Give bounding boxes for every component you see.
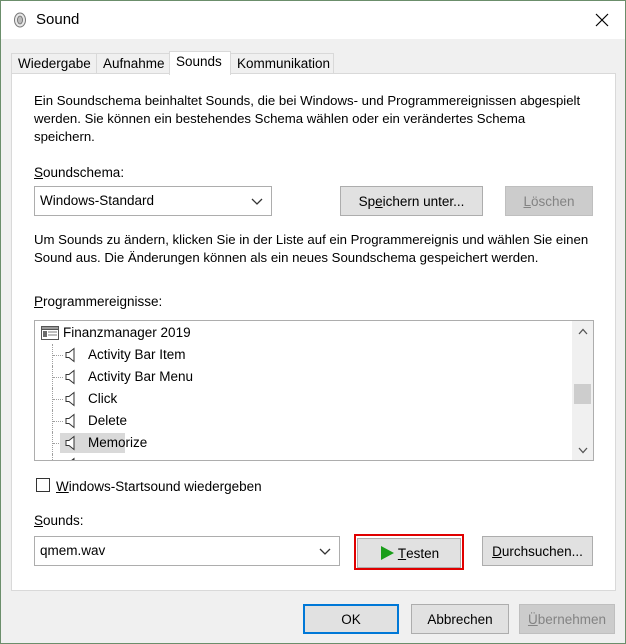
test-button-highlight xyxy=(354,534,464,570)
soundscheme-dropdown[interactable]: Windows-Standard xyxy=(34,186,272,216)
tab-aufnahme[interactable]: Aufnahme xyxy=(96,53,170,74)
program-events-list[interactable]: Finanzmanager 2019 Activity Bar Item Act… xyxy=(34,320,594,461)
list-item[interactable]: Click xyxy=(35,388,573,410)
chevron-up-icon xyxy=(578,328,587,334)
speaker-icon xyxy=(65,347,75,363)
list-item-label: Activity Bar Menu xyxy=(88,369,194,384)
tree-line xyxy=(53,377,63,378)
list-item-label: Delete xyxy=(88,413,128,428)
soundscheme-label: Soundschema: xyxy=(34,165,125,180)
scroll-down-button[interactable] xyxy=(572,440,593,460)
chevron-down-icon xyxy=(578,447,587,453)
list-scrollbar[interactable] xyxy=(572,321,593,460)
sound-file-value: qmem.wav xyxy=(40,543,106,558)
speaker-icon xyxy=(65,391,75,407)
tree-line xyxy=(53,421,63,422)
list-item-label: Activity Bar Item xyxy=(88,347,186,362)
close-button[interactable] xyxy=(579,1,625,39)
application-window-icon xyxy=(41,326,59,340)
tab-sounds[interactable]: Sounds xyxy=(169,51,231,75)
startup-sound-checkbox[interactable] xyxy=(36,478,50,492)
speaker-icon xyxy=(65,369,75,385)
sound-dialog: Sound Wiedergabe Aufnahme Sounds Kommuni… xyxy=(0,0,626,644)
soundscheme-value: Windows-Standard xyxy=(40,193,155,208)
speaker-icon xyxy=(65,413,75,429)
list-item-partial[interactable] xyxy=(35,454,573,460)
save-as-button[interactable]: Sp e ichern unter... xyxy=(340,186,483,216)
title-bar: Sound xyxy=(1,1,625,39)
tab-kommunikation[interactable]: Kommunikation xyxy=(230,53,334,74)
close-icon xyxy=(595,13,609,27)
cancel-button[interactable]: Abbrechen xyxy=(411,604,509,634)
list-item-label: Memorize xyxy=(88,435,148,450)
ok-button[interactable]: OK xyxy=(303,604,399,634)
list-item[interactable]: Activity Bar Item xyxy=(35,344,573,366)
speaker-icon xyxy=(65,435,75,451)
apply-button[interactable]: Übernehmen xyxy=(519,604,615,634)
events-description: Um Sounds zu ändern, klicken Sie in der … xyxy=(34,232,589,265)
window-title: Sound xyxy=(36,11,80,28)
list-item-selected[interactable]: Memorize xyxy=(35,432,573,454)
tab-wiedergabe[interactable]: Wiedergabe xyxy=(11,53,97,74)
scheme-description: Ein Soundschema beinhaltet Sounds, die b… xyxy=(34,93,581,144)
scroll-thumb[interactable] xyxy=(574,384,591,404)
list-item-label: Click xyxy=(88,391,118,406)
tree-line xyxy=(53,399,63,400)
speaker-icon xyxy=(71,457,75,460)
sounds-panel: Ein Soundschema beinhaltet Sounds, die b… xyxy=(11,73,616,591)
startup-sound-label[interactable]: Windows-Startsound wiedergeben xyxy=(56,479,262,494)
list-group-label: Finanzmanager 2019 xyxy=(63,325,191,340)
list-item[interactable]: Activity Bar Menu xyxy=(35,366,573,388)
speaker-app-icon xyxy=(14,12,26,28)
sounds-label: Sounds: xyxy=(34,513,84,528)
tree-line xyxy=(53,355,63,356)
chevron-down-icon xyxy=(251,198,263,205)
delete-button[interactable]: Löschen xyxy=(505,186,593,216)
list-item[interactable]: Delete xyxy=(35,410,573,432)
sound-file-dropdown[interactable]: qmem.wav xyxy=(34,536,340,566)
tree-line xyxy=(52,454,53,460)
browse-button[interactable]: Durchsuchen... xyxy=(482,536,593,566)
list-group-row[interactable]: Finanzmanager 2019 xyxy=(35,322,573,344)
program-events-label: Programmereignisse: xyxy=(34,294,163,309)
scroll-up-button[interactable] xyxy=(572,321,593,341)
chevron-down-icon xyxy=(319,548,331,555)
